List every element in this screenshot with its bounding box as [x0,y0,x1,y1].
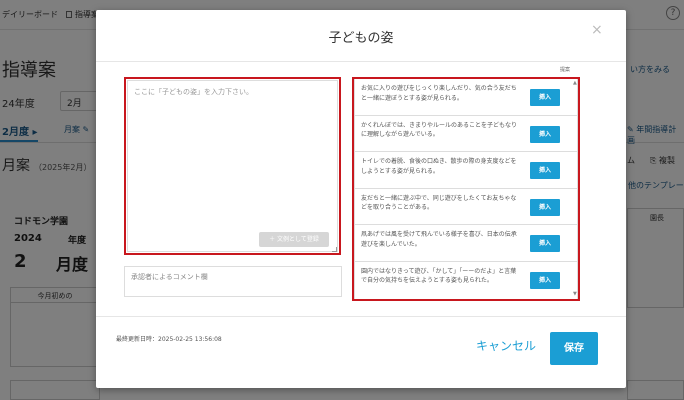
insert-button[interactable]: 挿入 [530,162,560,180]
insert-button[interactable]: 挿入 [530,235,560,253]
suggestion-text: 友だちと一緒に遊ぶ中で、同じ遊びをしたくてお友ちゃなどを取り合うことがある。 [361,194,517,212]
suggestion-item: 園内ではなりきって遊び、「かして」「ーーのだよ」と言葉で自分の気持ちを伝えようと… [355,262,577,299]
footer-divider [96,316,626,317]
cancel-button[interactable]: キャンセル [476,337,536,354]
close-icon[interactable]: × [591,22,603,38]
suggestion-item: かくれんぼでは、きまりやルールのあることを子どもなりに理解しながら遊んでいる。 … [355,116,577,153]
suggestion-text: お気に入りの遊びをじっくり楽しんだり、気の合う友だちと一緒に遊ぼうとする姿が見ら… [361,85,517,102]
save-button[interactable]: 保存 [550,332,598,365]
last-updated-timestamp: 最終更新日時：2025-02-25 13:56:08 [116,336,222,343]
child-state-modal: 子どもの姿 × ＋ 文例として登録 提案 お気に入りの遊びをじっくり楽しんだり、… [96,10,626,388]
insert-button[interactable]: 挿入 [530,125,560,143]
suggestion-text: 凧あげでは風を受けて飛んでいる様子を喜び、日本の伝承遊びを楽しんでいた。 [361,231,517,248]
suggestion-item: お気に入りの遊びをじっくり楽しんだり、気の合う友だちと一緒に遊ぼうとする姿が見ら… [355,79,577,116]
suggestions-label: 提案 [560,67,571,73]
suggestion-text: 園内ではなりきって遊び、「かして」「ーーのだよ」と言葉で自分の気持ちを伝えようと… [361,267,517,285]
suggestion-list[interactable]: お気に入りの遊びをじっくり楽しんだり、気の合う友だちと一緒に遊ぼうとする姿が見ら… [354,79,578,299]
child-state-input[interactable] [127,80,338,252]
suggestion-item: 友だちと一緒に遊ぶ中で、同じ遊びをしたくてお友ちゃなどを取り合うことがある。 挿… [355,189,577,226]
suggestion-item: 凧あげでは風を受けて飛んでいる様子を喜び、日本の伝承遊びを楽しんでいた。 挿入 [355,225,577,262]
approver-comment-field[interactable] [124,266,342,297]
suggestion-text: かくれんぼでは、きまりやルールのあることを子どもなりに理解しながら遊んでいる。 [361,121,518,139]
scroll-up-icon[interactable]: ▲ [573,80,577,86]
resize-handle-icon[interactable] [332,247,337,252]
insert-button[interactable]: 挿入 [530,271,560,289]
insert-button[interactable]: 挿入 [530,198,560,216]
suggestion-text: トイレでの着脱、食後の口ぬき、散歩の際の身支度などをしようとする姿が見られる。 [361,158,517,175]
register-example-button[interactable]: ＋ 文例として登録 [259,232,329,247]
insert-button[interactable]: 挿入 [530,89,560,106]
modal-header: 子どもの姿 × [96,10,626,62]
suggestion-item: トイレでの着脱、食後の口ぬき、散歩の際の身支度などをしようとする姿が見られる。 … [355,152,577,189]
scroll-down-icon[interactable]: ▼ [573,291,577,297]
modal-title: 子どもの姿 [328,31,394,46]
